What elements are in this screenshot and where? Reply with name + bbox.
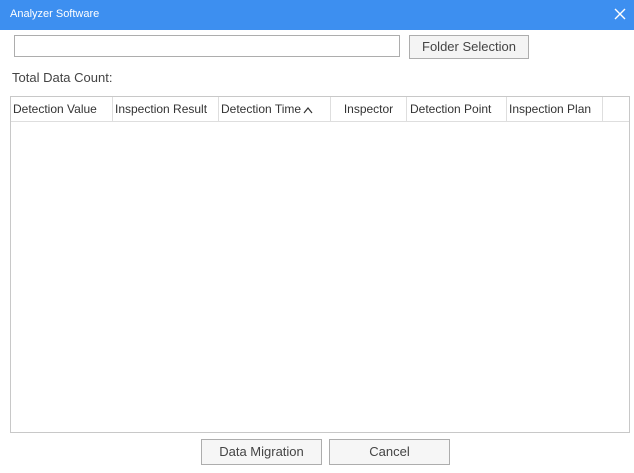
chevron-up-icon — [303, 98, 313, 121]
window-title: Analyzer Software — [10, 8, 100, 20]
total-count-label: Total Data Count: — [12, 70, 113, 85]
folder-selection-button[interactable]: Folder Selection — [409, 35, 529, 59]
column-header-detection-value[interactable]: Detection Value — [11, 97, 113, 121]
folder-path-input[interactable] — [14, 35, 400, 57]
close-button[interactable] — [604, 0, 634, 30]
column-header-label: Detection Value — [13, 102, 97, 116]
column-header-detection-time[interactable]: Detection Time — [219, 97, 331, 121]
column-header-overflow[interactable] — [603, 97, 629, 121]
column-header-label: Inspection Plan — [509, 102, 592, 116]
column-header-inspection-result[interactable]: Inspection Result — [113, 97, 219, 121]
column-header-inspector[interactable]: Inspector — [331, 97, 407, 121]
close-icon — [614, 8, 626, 20]
data-migration-button[interactable]: Data Migration — [201, 439, 322, 465]
title-bar: Analyzer Software — [0, 0, 634, 30]
column-header-detection-point[interactable]: Detection Point — [407, 97, 507, 121]
column-header-label: Inspection Result — [115, 102, 208, 116]
column-header-label: Detection Point — [410, 102, 492, 116]
column-header-label: Inspector — [343, 102, 394, 116]
data-table: Detection Value Inspection Result Detect… — [10, 96, 630, 433]
column-header-inspection-plan[interactable]: Inspection Plan — [507, 97, 603, 121]
table-header: Detection Value Inspection Result Detect… — [11, 97, 629, 122]
table-body[interactable] — [11, 122, 629, 432]
cancel-button[interactable]: Cancel — [329, 439, 450, 465]
column-header-label: Detection Time — [221, 102, 302, 116]
